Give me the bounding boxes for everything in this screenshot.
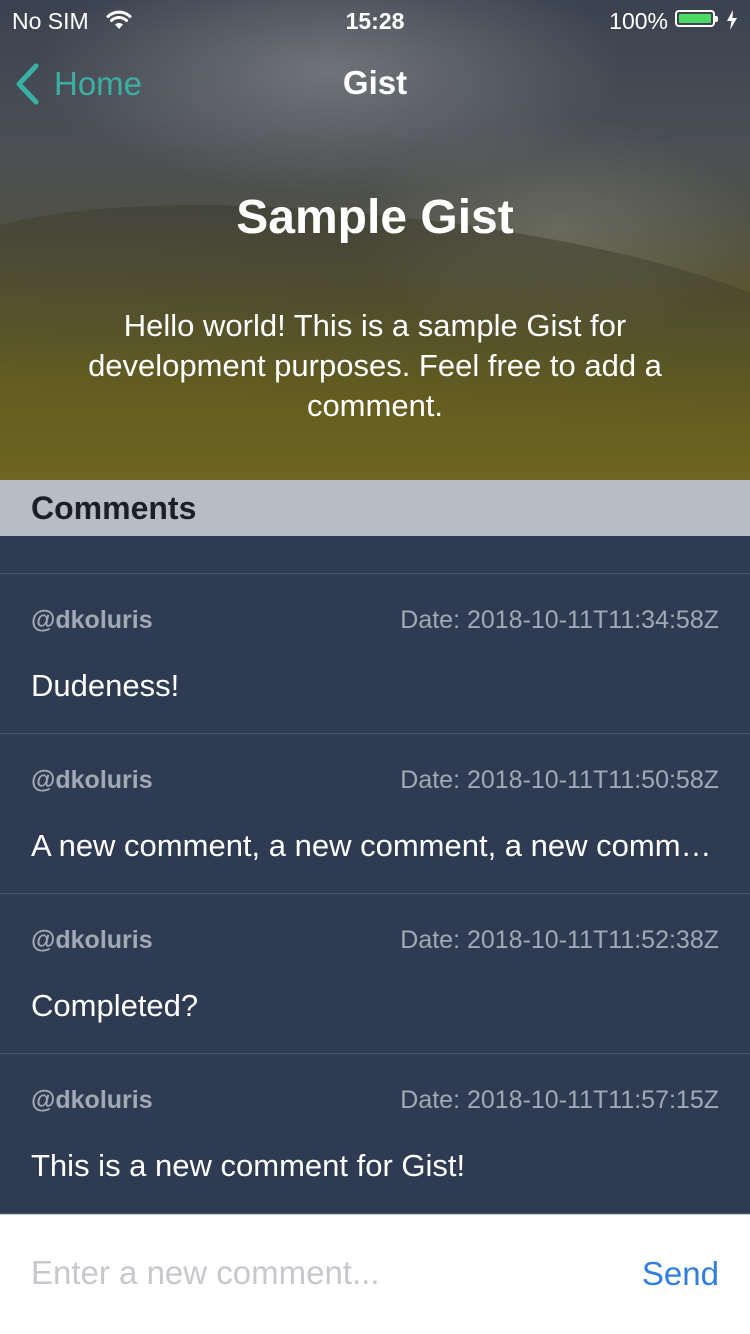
comment-body: Completed? <box>31 988 199 1023</box>
charging-bolt-icon <box>727 10 737 30</box>
new-comment-input[interactable] <box>31 1249 591 1297</box>
comments-list[interactable]: @dkoluris Date: 2018-10-11T11:34:58Z Dud… <box>0 536 750 1214</box>
comment-row[interactable]: @dkoluris Date: 2018-10-11T11:34:58Z Dud… <box>0 574 750 734</box>
comment-date: Date: 2018-10-11T11:57:15Z <box>400 1086 719 1114</box>
comment-date: Date: 2018-10-11T11:50:58Z <box>400 766 719 794</box>
battery-icon <box>675 10 718 27</box>
comment-author: @dkoluris <box>31 926 153 954</box>
comment-author: @dkoluris <box>31 766 153 794</box>
gist-header-background: No SIM 15:28 100% Home Gist Sample Gist … <box>0 0 750 480</box>
comment-author: @dkoluris <box>31 606 153 634</box>
battery-percentage: 100% <box>609 8 668 34</box>
comment-date: Date: 2018-10-11T11:34:58Z <box>400 606 719 634</box>
comment-body: This is a new comment for Gist! <box>31 1148 466 1183</box>
list-top-spacer <box>0 536 750 574</box>
comment-row[interactable]: @dkoluris Date: 2018-10-11T11:52:38Z Com… <box>0 894 750 1054</box>
comment-row[interactable]: @dkoluris Date: 2018-10-11T11:57:15Z Thi… <box>0 1054 750 1214</box>
comment-row[interactable]: @dkoluris Date: 2018-10-11T11:50:58Z A n… <box>0 734 750 894</box>
send-button[interactable]: Send <box>642 1255 719 1293</box>
comments-section-header: Comments <box>0 480 750 536</box>
battery-fill <box>679 14 711 23</box>
status-bar: No SIM 15:28 100% <box>0 0 750 40</box>
comment-date: Date: 2018-10-11T11:52:38Z <box>400 926 719 954</box>
gist-description: Hello world! This is a sample Gist for d… <box>88 308 662 423</box>
comment-composer: Send <box>0 1214 750 1334</box>
comment-body: A new comment, a new comment, a new comm… <box>31 828 714 863</box>
nav-title: Gist <box>342 64 408 101</box>
comments-header-label: Comments <box>31 489 197 526</box>
gist-title: Sample Gist <box>236 191 514 244</box>
comment-body: Dudeness! <box>31 668 180 703</box>
comment-author: @dkoluris <box>31 1086 153 1114</box>
